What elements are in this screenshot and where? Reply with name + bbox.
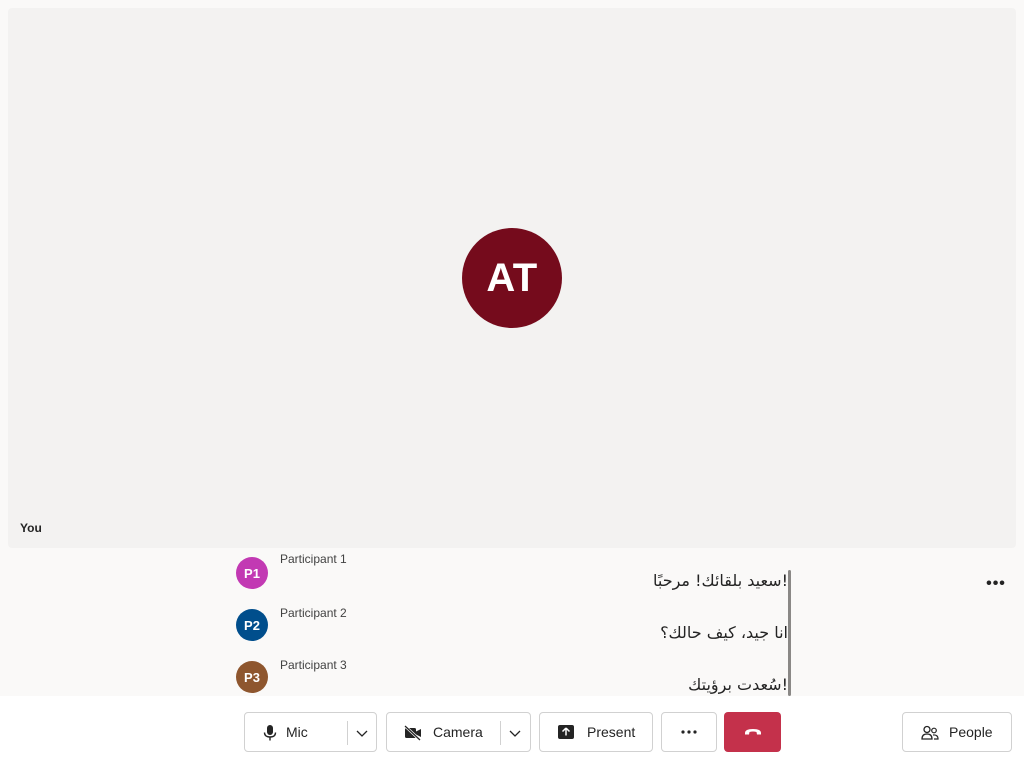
mic-divider [347, 721, 348, 745]
camera-label: Camera [433, 724, 483, 740]
participant-name: Participant 3 [280, 658, 347, 672]
captions-scrollbar[interactable] [788, 570, 791, 696]
microphone-icon [263, 725, 277, 741]
camera-off-icon [404, 725, 421, 741]
captions-panel: P1 Participant 1 !سعيد بلقائك! مرحبًا P2… [0, 548, 1024, 696]
caption-row: P3 Participant 3 !سُعدت برؤيتك [236, 658, 796, 696]
self-avatar: AT [462, 228, 562, 328]
caption-row: P1 Participant 1 !سعيد بلقائك! مرحبًا [236, 552, 796, 606]
participant-avatar: P2 [236, 609, 268, 641]
chevron-down-icon[interactable] [354, 725, 370, 741]
participant-name: Participant 2 [280, 606, 347, 620]
leave-call-button[interactable] [724, 712, 781, 752]
participant-avatar: P1 [236, 557, 268, 589]
self-label: You [20, 521, 42, 535]
call-toolbar: Mic Camera Present People [0, 696, 1024, 768]
participant-name: Participant 1 [280, 552, 347, 566]
people-icon [921, 725, 939, 740]
mic-button[interactable]: Mic [244, 712, 377, 752]
mic-label: Mic [286, 724, 308, 740]
more-actions-button[interactable] [661, 712, 717, 752]
more-icon [681, 730, 697, 734]
caption-text: انا جيد، كيف حالك؟ [660, 623, 788, 642]
chevron-down-icon[interactable] [507, 725, 523, 741]
present-label: Present [587, 724, 636, 740]
share-screen-icon [558, 725, 574, 739]
people-button[interactable]: People [902, 712, 1012, 752]
caption-text: !سعيد بلقائك! مرحبًا [653, 571, 788, 590]
people-label: People [949, 724, 993, 740]
captions-more-icon[interactable]: ••• [982, 572, 1010, 596]
hang-up-icon [744, 729, 761, 735]
participant-avatar: P3 [236, 661, 268, 693]
video-stage: AT You [8, 8, 1016, 548]
camera-button[interactable]: Camera [386, 712, 531, 752]
caption-text: !سُعدت برؤيتك [688, 675, 788, 694]
present-button[interactable]: Present [539, 712, 653, 752]
caption-row: P2 Participant 2 انا جيد، كيف حالك؟ [236, 606, 796, 658]
camera-divider [500, 721, 501, 745]
